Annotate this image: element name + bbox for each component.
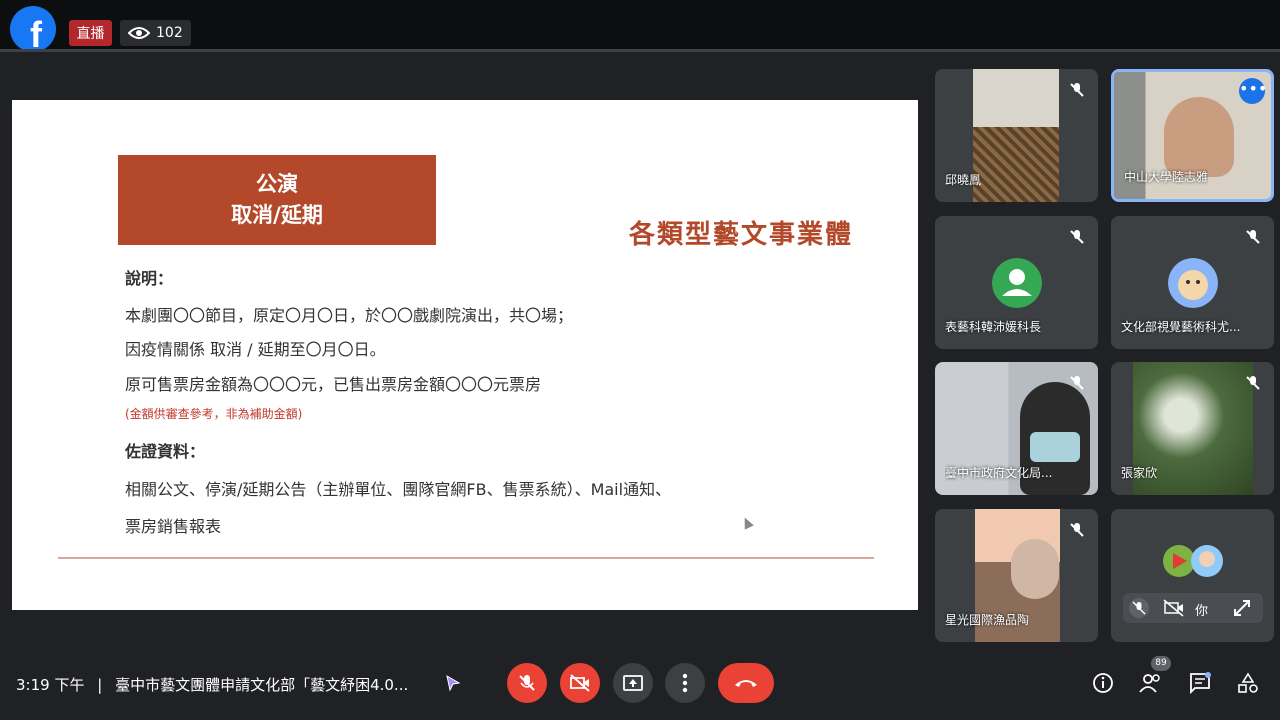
more-options-button[interactable]	[665, 663, 705, 703]
chat-icon	[1190, 672, 1211, 694]
camera-toggle-button[interactable]	[560, 663, 600, 703]
expand-icon[interactable]	[1233, 599, 1251, 617]
activities-button[interactable]	[1236, 671, 1260, 695]
slide-title-line: 公演	[256, 172, 298, 196]
slide-divider	[58, 557, 874, 559]
participant-tile[interactable]: 表藝科韓沛媛科長	[935, 216, 1098, 349]
slide-title-line: 取消/延期	[231, 203, 323, 227]
profile-photo-icon	[1168, 258, 1218, 308]
participant-tile[interactable]: 臺中市政府文化局...	[935, 362, 1098, 495]
eye-icon	[128, 27, 150, 39]
desc-label: 說明：	[125, 269, 174, 288]
mouse-cursor-icon	[740, 515, 754, 530]
desc-note: (金額供審查參考，非為補助金額)	[125, 407, 303, 421]
slide-heading: 各類型藝文事業體	[629, 220, 854, 250]
more-vert-icon	[682, 673, 688, 693]
participant-name: 表藝科韓沛媛科長	[945, 320, 1042, 334]
participant-face	[1164, 97, 1234, 177]
participant-name: 張家欣	[1121, 466, 1158, 480]
viewer-count-value: 102	[156, 25, 183, 41]
participant-mask	[1030, 432, 1080, 462]
participant-tile[interactable]: 文化部視覺藝術科尤...	[1111, 216, 1274, 349]
facebook-live-bar: f 直播 102	[0, 0, 1280, 52]
participant-tile-active[interactable]: ••• 中山大學陸志雅	[1111, 69, 1274, 202]
participant-name: 臺中市政府文化局...	[945, 466, 1053, 480]
mic-off-icon	[519, 675, 535, 691]
live-badge: 直播	[69, 20, 112, 46]
participant-name: 文化部視覺藝術科尤...	[1121, 320, 1241, 334]
shapes-icon	[1238, 672, 1258, 693]
participant-face	[1011, 539, 1059, 599]
hang-up-icon	[735, 680, 757, 687]
facebook-logo-icon[interactable]: f	[10, 6, 56, 52]
people-icon	[1139, 674, 1160, 693]
mic-off-icon	[1070, 376, 1084, 390]
pointer-cursor-icon	[446, 674, 461, 692]
camera-off-icon	[570, 674, 590, 692]
self-avatars-icon	[1163, 545, 1223, 577]
evidence-label: 佐證資料：	[125, 442, 206, 461]
present-screen-button[interactable]	[613, 663, 653, 703]
mic-off-icon	[1070, 523, 1084, 537]
people-count-badge: 89	[1151, 656, 1171, 671]
slide-title-box: 公演 取消/延期	[118, 155, 436, 245]
leave-call-button[interactable]	[718, 663, 774, 703]
desc-line: 本劇團〇〇節目，原定〇月〇日，於〇〇戲劇院演出，共〇場；	[125, 306, 574, 325]
self-name: 你	[1195, 604, 1209, 619]
mic-off-icon	[1246, 230, 1260, 244]
mic-toggle-button[interactable]	[507, 663, 547, 703]
shared-presentation: 公演 取消/延期 各類型藝文事業體 說明： 本劇團〇〇節目，原定〇月〇日，於〇〇…	[12, 100, 918, 610]
info-icon	[1093, 673, 1113, 693]
mic-off-icon	[1070, 230, 1084, 244]
default-avatar-icon	[992, 258, 1042, 308]
divider	[0, 49, 1280, 52]
desc-line: 原可售票房金額為〇〇〇元，已售出票房金額〇〇〇元票房	[125, 375, 542, 394]
participant-name: 邱曉鳳	[945, 173, 982, 187]
meeting-details-button[interactable]	[1091, 671, 1115, 695]
desc-line: 因疫情關係 取消 / 延期至〇月〇日。	[125, 340, 386, 359]
participant-tile[interactable]: 邱曉鳳	[935, 69, 1098, 202]
present-screen-icon	[623, 675, 643, 691]
camera-off-icon[interactable]	[1163, 599, 1185, 617]
participant-name: 星光國際漁品陶	[945, 613, 1030, 627]
self-tile[interactable]: 你	[1111, 509, 1274, 642]
more-options-icon[interactable]: •••	[1239, 78, 1267, 104]
meeting-title: 臺中市藝文團體申請文化部「藝文紓困4.0...	[115, 676, 409, 694]
mic-off-icon[interactable]	[1129, 598, 1149, 618]
people-button[interactable]	[1139, 671, 1163, 695]
participant-name: 中山大學陸志雅	[1124, 170, 1209, 184]
separator: |	[97, 676, 103, 694]
chat-button[interactable]	[1188, 671, 1212, 695]
clock-time: 3:19 下午	[16, 676, 85, 694]
participant-tile[interactable]: 張家欣	[1111, 362, 1274, 495]
participant-tile[interactable]: 星光國際漁品陶	[935, 509, 1098, 642]
mic-off-icon	[1070, 83, 1084, 97]
evidence-line: 相關公文、停演/延期公告（主辦單位、團隊官網FB、售票系統）、Mail通知、	[125, 480, 672, 499]
meeting-info: 3:19 下午 | 臺中市藝文團體申請文化部「藝文紓困4.0...	[16, 674, 408, 695]
evidence-line: 票房銷售報表	[125, 517, 222, 536]
participant-video-detail	[973, 127, 1059, 202]
mic-off-icon	[1246, 376, 1260, 390]
viewer-count: 102	[120, 20, 191, 46]
